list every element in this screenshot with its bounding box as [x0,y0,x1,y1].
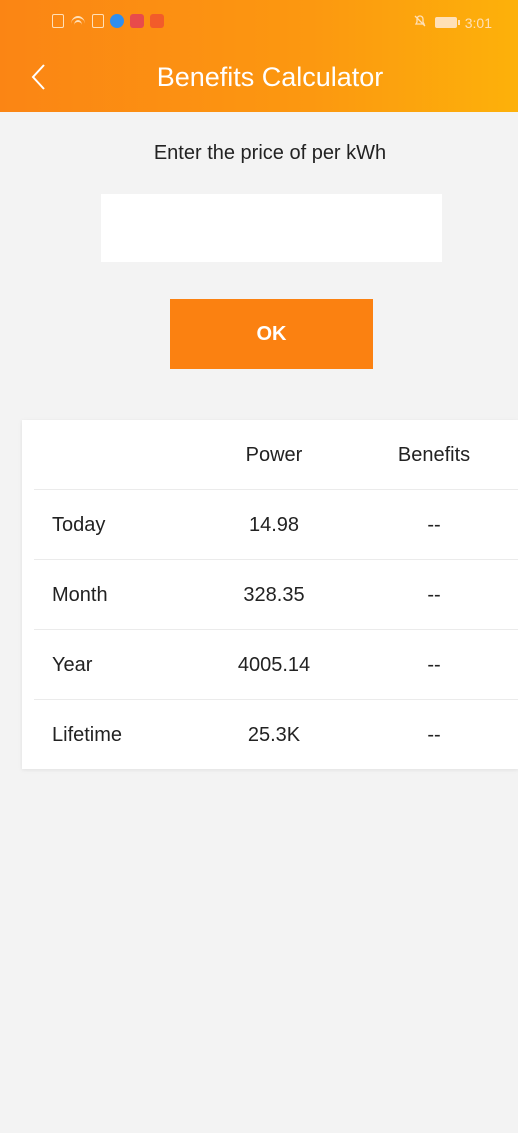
table-row-year: Year 4005.14 -- [34,630,518,700]
browser-app-icon [110,14,124,28]
table-row-today: Today 14.98 -- [34,490,518,560]
row-label: Today [52,514,106,536]
row-label: Year [52,654,93,676]
row-power: 14.98 [248,514,300,536]
status-bar: 3:01 [0,0,518,48]
status-bar-system: 3:01 [413,14,492,31]
wifi-icon [70,14,86,28]
sim-icon [52,14,64,28]
header-benefits: Benefits [397,444,471,466]
price-prompt: Enter the price of per kWh [153,142,387,164]
row-label: Month [52,584,108,606]
row-benefits: -- [427,654,441,676]
bell-off-icon [413,14,427,31]
table-header-row: Power Benefits [34,420,518,490]
benefits-table: Power Benefits Today 14.98 -- Month 328.… [22,420,518,769]
page-title: Benefits Calculator [156,62,384,92]
status-bar-notifications [52,14,164,28]
row-label: Lifetime [52,724,123,746]
table-row-lifetime: Lifetime 25.3K -- [34,700,518,770]
header-power: Power [245,444,303,466]
table-row-month: Month 328.35 -- [34,560,518,630]
notification-icon [92,14,104,28]
price-input[interactable] [101,194,442,262]
row-power: 4005.14 [237,654,311,676]
row-power: 328.35 [243,584,305,606]
status-time: 3:01 [464,14,492,31]
calendar-app-icon [130,14,144,28]
row-benefits: -- [427,724,441,746]
video-app-icon [150,14,164,28]
row-power: 25.3K [247,724,301,746]
row-benefits: -- [427,584,441,606]
row-benefits: -- [427,514,441,536]
battery-icon [434,17,460,28]
ok-button[interactable]: OK [170,299,373,369]
app-header: 3:01 Benefits Calculator [0,0,518,112]
